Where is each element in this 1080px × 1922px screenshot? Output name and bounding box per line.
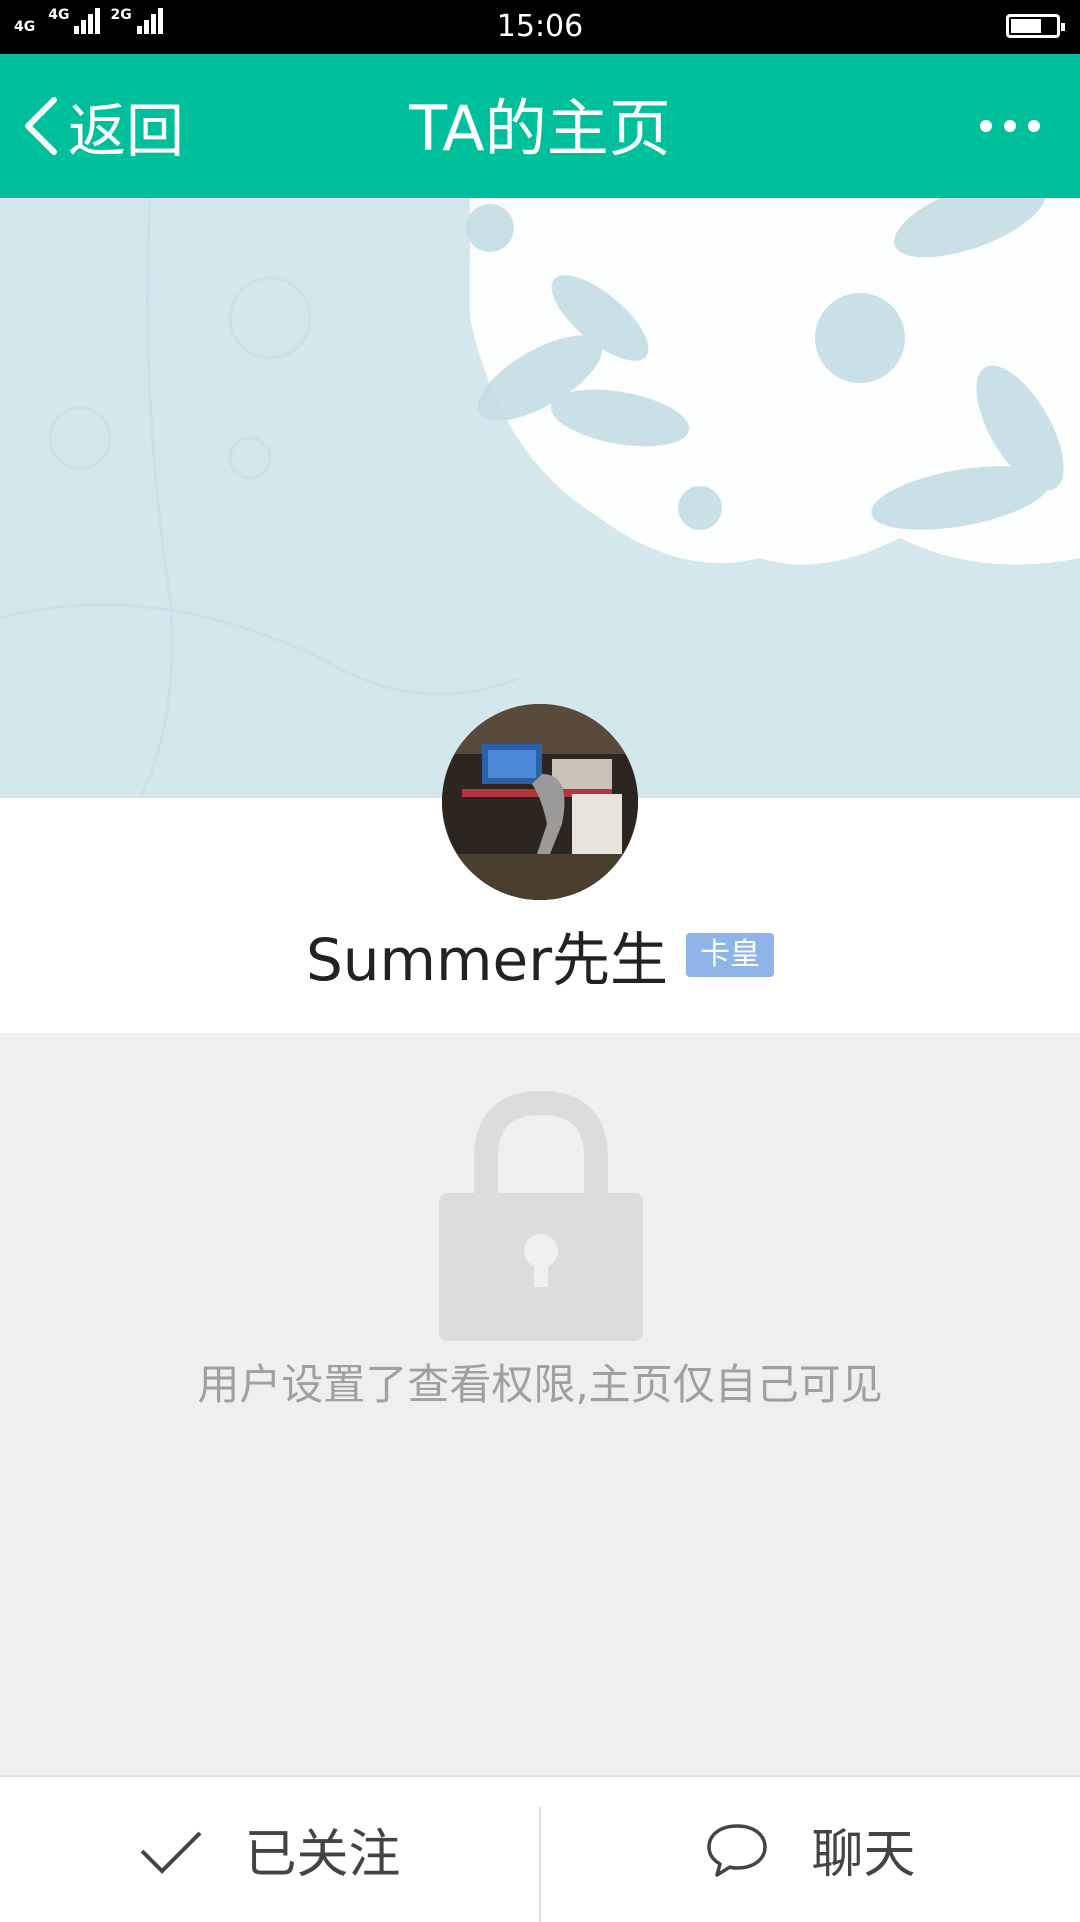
page-title: TA的主页: [409, 92, 671, 165]
title-bar: 返回 TA的主页: [0, 54, 1080, 198]
followed-label: 已关注: [244, 1825, 401, 1885]
lock-icon: [439, 1090, 643, 1341]
followed-button[interactable]: 已关注: [0, 1777, 539, 1922]
chat-bubble-icon: [707, 1823, 768, 1877]
avatar[interactable]: [442, 704, 638, 900]
chat-button[interactable]: 聊天: [541, 1777, 1080, 1922]
more-dots-icon[interactable]: [980, 106, 1040, 146]
name-row: Summer先生 卡皇: [0, 920, 1080, 994]
clock: 15:06: [496, 9, 584, 44]
rank-badge: 卡皇: [686, 933, 775, 977]
user-name: Summer先生: [305, 926, 669, 994]
content-area: 用户设置了查看权限,主页仅自己可见: [0, 1033, 1080, 1775]
status-bar: 4G 4G 2G 15:06: [0, 0, 1080, 54]
bottom-bar: 已关注 聊天: [0, 1775, 1080, 1922]
privacy-message: 用户设置了查看权限,主页仅自己可见: [197, 1360, 883, 1409]
check-icon: [141, 1831, 202, 1874]
battery-icon: [1006, 14, 1065, 38]
chat-label: 聊天: [811, 1825, 916, 1885]
